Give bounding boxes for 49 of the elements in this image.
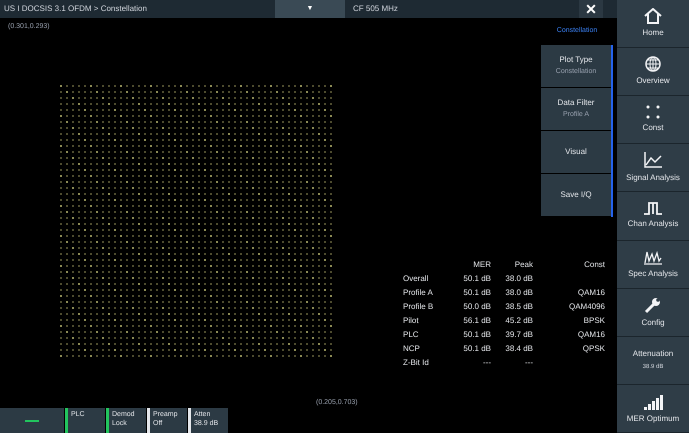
table-cell-text: Overall <box>403 273 430 285</box>
table-cell: BPSK <box>533 314 609 328</box>
table-cell-text: Profile B <box>403 301 434 313</box>
nav-button[interactable]: Const <box>617 96 689 144</box>
table-cell-text: --- <box>482 357 491 369</box>
table-cell-text: 50.1 dB <box>462 273 491 285</box>
close-button[interactable]: × <box>579 0 603 18</box>
softkey-button[interactable]: Visual <box>541 130 611 174</box>
table-cell: 38.0 dB <box>491 272 533 286</box>
table-cell: 38.5 dB <box>491 300 533 314</box>
table-cell: --- <box>491 356 533 370</box>
wrench-icon <box>644 296 662 314</box>
dots-icon <box>646 105 660 120</box>
breadcrumb: US I DOCSIS 3.1 OFDM > Constellation <box>3 3 148 15</box>
table-cell: QPSK <box>533 342 609 356</box>
softkey-button[interactable]: Save I/Q <box>541 174 611 216</box>
nav-button[interactable]: Home <box>617 0 689 48</box>
table-cell: 39.7 dB <box>491 328 533 342</box>
home-icon <box>644 8 662 24</box>
chart-icon <box>643 151 663 170</box>
column-header: MER <box>472 259 491 271</box>
spectrum-icon <box>643 248 663 265</box>
table-cell-text: PLC <box>403 329 420 341</box>
table-cell: 38.0 dB <box>491 286 533 300</box>
table-cell-text: 50.1 dB <box>462 287 491 299</box>
table-cell: 45.2 dB <box>491 314 533 328</box>
globe-icon <box>645 56 661 72</box>
table-cell-text: 50.1 dB <box>462 343 491 355</box>
table-cell: QAM16 <box>533 286 609 300</box>
table-cell-text: NCP <box>403 343 421 355</box>
nav-button[interactable]: Chan Analysis <box>617 192 689 241</box>
nav-button[interactable]: Signal Analysis <box>617 144 689 192</box>
table-cell: QAM16 <box>533 328 609 342</box>
column-header: Const <box>533 258 609 272</box>
table-cell: QAM4096 <box>533 300 609 314</box>
table-cell: 38.4 dB <box>491 342 533 356</box>
table-cell-text: Z-Bit Id <box>403 357 430 369</box>
frequency-label: CF 505 MHz <box>352 3 398 15</box>
table-cell-text: 56.1 dB <box>462 315 491 327</box>
nav-button[interactable]: Spec Analysis <box>617 240 689 289</box>
column-header: Peak <box>491 258 533 272</box>
table-cell-text: 50.1 dB <box>462 329 491 341</box>
pulse-icon <box>643 201 663 216</box>
table-cell-text: Pilot <box>403 315 420 327</box>
table-cell-text: Profile A <box>403 287 434 299</box>
nav-button[interactable]: Overview <box>617 48 689 96</box>
nav-button[interactable]: MER Optimum <box>617 384 689 433</box>
nav-button[interactable]: Config <box>617 288 689 337</box>
table-cell-text: 50.0 dB <box>462 301 491 313</box>
